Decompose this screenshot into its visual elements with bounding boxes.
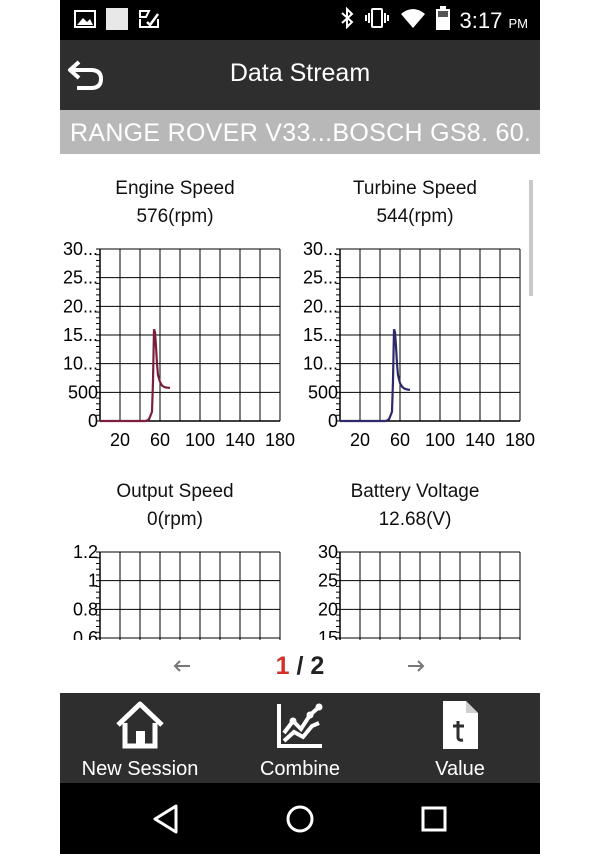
system-navigation-bar bbox=[60, 783, 540, 854]
chart-panel-turbine-speed[interactable]: Turbine Speed 544(rpm) 30... 25... 20... 15… bbox=[300, 154, 535, 450]
x-tick-label: 20 bbox=[350, 430, 370, 450]
y-tick-label: 20... bbox=[303, 296, 338, 316]
y-tick-label: 30... bbox=[63, 239, 98, 259]
y-tick-label: 15... bbox=[63, 325, 98, 345]
y-tick-label: 15 bbox=[318, 628, 338, 640]
y-tick-label: 1 bbox=[88, 571, 98, 591]
clock: 3:17 PM bbox=[460, 8, 528, 34]
y-tick-label: 0.6 bbox=[73, 628, 98, 640]
back-triangle-icon[interactable] bbox=[148, 801, 184, 837]
combine-chart-icon bbox=[277, 703, 323, 748]
y-tick-label: 0.8 bbox=[73, 599, 98, 619]
x-tick-label: 180 bbox=[505, 430, 535, 450]
y-tick-label: 15... bbox=[303, 325, 338, 345]
x-tick-label: 100 bbox=[185, 430, 215, 450]
page-indicator: 1 / 2 bbox=[60, 652, 540, 681]
output-speed-chart: 1.2 1 0.8 0.6 bbox=[73, 542, 281, 640]
chart-panel-battery-voltage[interactable]: Battery Voltage 12.68(V) 30 25 20 15 bbox=[300, 457, 530, 640]
y-tick-label: 30 bbox=[318, 542, 338, 562]
current-page: 1 bbox=[275, 652, 290, 680]
home-icon bbox=[116, 701, 164, 749]
y-tick-label: 1.2 bbox=[73, 542, 98, 562]
combine-button[interactable]: Combine bbox=[220, 693, 380, 783]
clock-time: 3:17 bbox=[459, 7, 503, 33]
y-tick-label: 500 bbox=[308, 382, 338, 402]
value-label: Value bbox=[435, 758, 485, 780]
turbine-speed-chart: 30... 25... 20... 15... 10... 500 0 20 60 100 140… bbox=[303, 239, 535, 450]
bluetooth-icon bbox=[340, 6, 354, 34]
wifi-icon bbox=[400, 7, 426, 34]
x-tick-label: 140 bbox=[225, 430, 255, 450]
new-session-label: New Session bbox=[81, 758, 199, 780]
next-page-button[interactable] bbox=[404, 654, 428, 678]
x-tick-label: 180 bbox=[265, 430, 295, 450]
x-tick-label: 100 bbox=[425, 430, 455, 450]
clock-ampm: PM bbox=[508, 15, 529, 31]
engine-speed-chart: 30... 25... 20... 15... 10... 500 0 20 60 100 140… bbox=[63, 239, 295, 450]
total-pages: 2 bbox=[310, 652, 325, 680]
status-bar: 3:17 PM bbox=[60, 0, 540, 40]
x-tick-label: 140 bbox=[465, 430, 495, 450]
title-bar: Data Stream bbox=[60, 40, 540, 110]
y-tick-label: 10... bbox=[303, 354, 338, 374]
value-button[interactable]: Value bbox=[380, 693, 540, 783]
notification-icons bbox=[74, 8, 160, 30]
y-tick-label: 25... bbox=[303, 268, 338, 288]
vibrate-icon bbox=[364, 7, 390, 34]
new-session-button[interactable]: New Session bbox=[60, 693, 220, 783]
page-title: Data Stream bbox=[229, 59, 371, 87]
chart-panel-output-speed[interactable]: Output Speed 0(rpm) 1.2 1 0.8 0.6 bbox=[60, 457, 290, 640]
x-tick-label: 60 bbox=[390, 430, 410, 450]
pager: 1 / 2 bbox=[60, 640, 540, 693]
x-tick-label: 20 bbox=[110, 430, 130, 450]
arrow-right-icon bbox=[408, 660, 425, 672]
y-tick-label: 10... bbox=[63, 354, 98, 374]
text-document-icon bbox=[443, 701, 478, 749]
data-stream-list[interactable]: Engine Speed 576(rpm) 30... 25... 20... 15.… bbox=[60, 154, 540, 640]
y-tick-label: 30... bbox=[303, 239, 338, 259]
y-tick-label: 20 bbox=[318, 599, 338, 619]
y-tick-label: 20... bbox=[63, 296, 98, 316]
page-separator: / bbox=[289, 652, 311, 680]
battery-icon bbox=[435, 6, 450, 35]
bottom-toolbar: New Session Combine Value bbox=[60, 693, 540, 783]
y-tick-label: 500 bbox=[68, 382, 98, 402]
battery-voltage-chart: 30 25 20 15 bbox=[318, 542, 521, 640]
y-tick-label: 0 bbox=[328, 411, 338, 431]
phone-screen: 3:17 PM Data Stream RANGE ROVER V33...BO… bbox=[60, 0, 540, 854]
y-tick-label: 25 bbox=[318, 571, 338, 591]
home-circle-icon[interactable] bbox=[282, 801, 318, 837]
vehicle-label: RANGE ROVER V33...BOSCH GS8. 60. 1 bbox=[60, 110, 540, 154]
inbox-check-icon bbox=[138, 8, 160, 30]
recents-square-icon[interactable] bbox=[416, 801, 452, 837]
image-icon bbox=[74, 8, 96, 30]
y-tick-label: 25... bbox=[63, 268, 98, 288]
y-tick-label: 0 bbox=[88, 411, 98, 431]
combine-label: Combine bbox=[259, 758, 341, 780]
x-tick-label: 60 bbox=[150, 430, 170, 450]
blank-square-icon bbox=[106, 8, 128, 30]
system-icons: 3:17 PM bbox=[340, 6, 528, 35]
chart-panel-engine-speed[interactable]: Engine Speed 576(rpm) 30... 25... 20... 15.… bbox=[60, 154, 295, 450]
